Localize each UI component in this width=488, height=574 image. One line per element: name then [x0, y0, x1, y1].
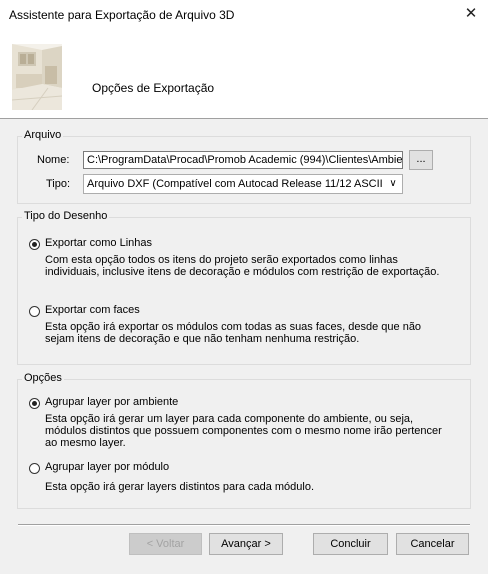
filetype-value: Arquivo DXF (Compatível com Autocad Rele… [87, 178, 392, 190]
description-line: Esta opção irá gerar um layer para cada … [45, 413, 414, 425]
description-line: Esta opção irá gerar layers distintos pa… [45, 481, 315, 493]
opcoes-group-title: Opções [22, 372, 64, 384]
next-button[interactable]: Avançar > [209, 533, 283, 555]
window-title: Assistente para Exportação de Arquivo 3D [9, 8, 235, 22]
filename-input[interactable]: C:\ProgramData\Procad\Promob Academic (9… [83, 151, 403, 169]
exportar-faces-description: Esta opção irá exportar os módulos com t… [45, 321, 421, 345]
finish-button[interactable]: Concluir [313, 533, 388, 555]
close-icon[interactable]: ✕ [458, 3, 484, 25]
chevron-down-icon: ∨ [386, 175, 400, 193]
arquivo-group-title: Arquivo [22, 129, 64, 141]
exportar-linhas-description: Com esta opção todos os itens do projeto… [45, 254, 439, 278]
title-bar: Assistente para Exportação de Arquivo 3D… [0, 0, 488, 30]
browse-button[interactable]: ... [409, 150, 433, 170]
radio-agrupar-ambiente[interactable] [29, 398, 40, 409]
page-title: Opções de Exportação [92, 81, 215, 95]
radio-exportar-faces-label[interactable]: Exportar com faces [45, 304, 140, 316]
back-button[interactable]: < Voltar [129, 533, 202, 555]
radio-agrupar-modulo[interactable] [29, 463, 40, 474]
description-line: módulos distintos que possuem componente… [45, 425, 442, 437]
agrupar-modulo-description: Esta opção irá gerar layers distintos pa… [45, 481, 314, 493]
cancel-button[interactable]: Cancelar [396, 533, 469, 555]
radio-agrupar-ambiente-label[interactable]: Agrupar layer por ambiente [45, 396, 178, 408]
radio-agrupar-modulo-label[interactable]: Agrupar layer por módulo [45, 461, 169, 473]
separator [18, 524, 470, 526]
radio-exportar-linhas[interactable] [29, 239, 40, 250]
wizard-body: Arquivo Nome: C:\ProgramData\Procad\Prom… [0, 118, 488, 574]
description-line: Com esta opção todos os itens do projeto… [45, 254, 398, 266]
tipo-desenho-group-title: Tipo do Desenho [22, 210, 110, 222]
tipo-label: Tipo: [46, 178, 71, 190]
radio-exportar-linhas-label[interactable]: Exportar como Linhas [45, 237, 152, 249]
radio-exportar-faces[interactable] [29, 306, 40, 317]
description-line: ao mesmo layer. [45, 437, 126, 449]
agrupar-ambiente-description: Esta opção irá gerar um layer para cada … [45, 413, 442, 449]
nome-label: Nome: [37, 154, 70, 166]
description-line: sejam itens de decoração e que não tenha… [45, 333, 360, 345]
kitchen-render-icon [12, 44, 62, 110]
filetype-select[interactable]: Arquivo DXF (Compatível com Autocad Rele… [83, 174, 403, 194]
wizard-header: Opções de Exportação [0, 30, 488, 118]
description-line: individuais, inclusive itens de decoraçã… [45, 266, 440, 278]
description-line: Esta opção irá exportar os módulos com t… [45, 321, 422, 333]
